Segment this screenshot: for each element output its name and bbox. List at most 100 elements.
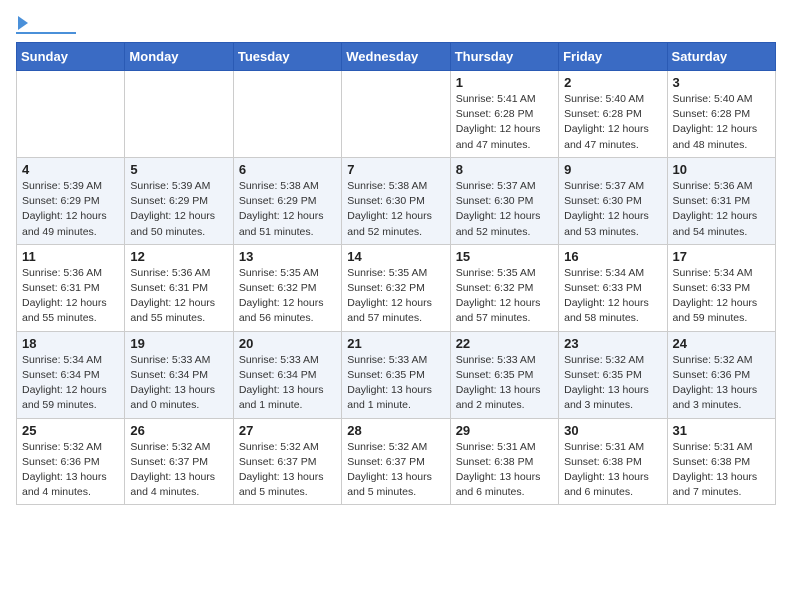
day-info: Sunrise: 5:40 AMSunset: 6:28 PMDaylight:…	[564, 92, 661, 153]
day-info: Sunrise: 5:36 AMSunset: 6:31 PMDaylight:…	[130, 266, 227, 327]
weekday-header-monday: Monday	[125, 43, 233, 71]
calendar-week-row: 1 Sunrise: 5:41 AMSunset: 6:28 PMDaylight…	[17, 71, 776, 158]
day-info: Sunrise: 5:32 AMSunset: 6:37 PMDaylight:…	[239, 440, 336, 501]
weekday-header-saturday: Saturday	[667, 43, 775, 71]
day-info: Sunrise: 5:38 AMSunset: 6:29 PMDaylight:…	[239, 179, 336, 240]
calendar-cell: 12 Sunrise: 5:36 AMSunset: 6:31 PMDayligh…	[125, 244, 233, 331]
calendar-cell	[342, 71, 450, 158]
day-number: 27	[239, 423, 336, 438]
day-info: Sunrise: 5:35 AMSunset: 6:32 PMDaylight:…	[239, 266, 336, 327]
calendar-cell: 26Sunrise: 5:32 AMSunset: 6:37 PMDayligh…	[125, 418, 233, 505]
calendar-cell: 20 Sunrise: 5:33 AMSunset: 6:34 PMDayligh…	[233, 331, 341, 418]
calendar-cell: 5 Sunrise: 5:39 AMSunset: 6:29 PMDaylight…	[125, 157, 233, 244]
calendar-cell: 13Sunrise: 5:35 AMSunset: 6:32 PMDayligh…	[233, 244, 341, 331]
day-number: 18	[22, 336, 119, 351]
calendar-cell: 6Sunrise: 5:38 AMSunset: 6:29 PMDaylight…	[233, 157, 341, 244]
day-number: 9	[564, 162, 661, 177]
day-info: Sunrise: 5:31 AMSunset: 6:38 PMDaylight:…	[456, 440, 553, 501]
calendar-cell: 3 Sunrise: 5:40 AMSunset: 6:28 PMDaylight…	[667, 71, 775, 158]
calendar-cell	[17, 71, 125, 158]
day-info: Sunrise: 5:33 AMSunset: 6:34 PMDaylight:…	[239, 353, 336, 414]
calendar-cell: 4 Sunrise: 5:39 AMSunset: 6:29 PMDaylight…	[17, 157, 125, 244]
day-info: Sunrise: 5:39 AMSunset: 6:29 PMDaylight:…	[22, 179, 119, 240]
day-number: 12	[130, 249, 227, 264]
calendar-cell: 14Sunrise: 5:35 AMSunset: 6:32 PMDayligh…	[342, 244, 450, 331]
day-number: 20	[239, 336, 336, 351]
weekday-header-wednesday: Wednesday	[342, 43, 450, 71]
day-number: 25	[22, 423, 119, 438]
calendar-cell: 11Sunrise: 5:36 AMSunset: 6:31 PMDayligh…	[17, 244, 125, 331]
weekday-header-friday: Friday	[559, 43, 667, 71]
logo-arrow-icon	[18, 16, 28, 30]
day-number: 14	[347, 249, 444, 264]
calendar-cell: 17Sunrise: 5:34 AMSunset: 6:33 PMDayligh…	[667, 244, 775, 331]
day-number: 3	[673, 75, 770, 90]
logo-underline	[16, 32, 76, 34]
day-info: Sunrise: 5:39 AMSunset: 6:29 PMDaylight:…	[130, 179, 227, 240]
logo	[16, 16, 76, 34]
calendar-week-row: 25Sunrise: 5:32 AMSunset: 6:36 PMDayligh…	[17, 418, 776, 505]
calendar-cell: 19 Sunrise: 5:33 AMSunset: 6:34 PMDayligh…	[125, 331, 233, 418]
day-info: Sunrise: 5:37 AMSunset: 6:30 PMDaylight:…	[456, 179, 553, 240]
day-number: 8	[456, 162, 553, 177]
day-info: Sunrise: 5:32 AMSunset: 6:35 PMDaylight:…	[564, 353, 661, 414]
day-number: 29	[456, 423, 553, 438]
day-info: Sunrise: 5:33 AMSunset: 6:35 PMDaylight:…	[456, 353, 553, 414]
calendar-cell: 10 Sunrise: 5:36 AMSunset: 6:31 PMDayligh…	[667, 157, 775, 244]
day-number: 23	[564, 336, 661, 351]
weekday-header-sunday: Sunday	[17, 43, 125, 71]
calendar-cell: 1 Sunrise: 5:41 AMSunset: 6:28 PMDaylight…	[450, 71, 558, 158]
calendar-cell: 24Sunrise: 5:32 AMSunset: 6:36 PMDayligh…	[667, 331, 775, 418]
day-info: Sunrise: 5:40 AMSunset: 6:28 PMDaylight:…	[673, 92, 770, 153]
calendar-cell: 28 Sunrise: 5:32 AMSunset: 6:37 PMDayligh…	[342, 418, 450, 505]
day-number: 2	[564, 75, 661, 90]
calendar-cell: 7Sunrise: 5:38 AMSunset: 6:30 PMDaylight…	[342, 157, 450, 244]
calendar-week-row: 4 Sunrise: 5:39 AMSunset: 6:29 PMDaylight…	[17, 157, 776, 244]
day-number: 15	[456, 249, 553, 264]
day-number: 19	[130, 336, 227, 351]
day-info: Sunrise: 5:31 AMSunset: 6:38 PMDaylight:…	[564, 440, 661, 501]
day-number: 4	[22, 162, 119, 177]
day-number: 16	[564, 249, 661, 264]
day-number: 1	[456, 75, 553, 90]
calendar-cell	[125, 71, 233, 158]
day-info: Sunrise: 5:37 AMSunset: 6:30 PMDaylight:…	[564, 179, 661, 240]
calendar-cell: 31 Sunrise: 5:31 AMSunset: 6:38 PMDayligh…	[667, 418, 775, 505]
page-header	[16, 16, 776, 34]
day-info: Sunrise: 5:32 AMSunset: 6:37 PMDaylight:…	[347, 440, 444, 501]
weekday-header-row: SundayMondayTuesdayWednesdayThursdayFrid…	[17, 43, 776, 71]
calendar-table: SundayMondayTuesdayWednesdayThursdayFrid…	[16, 42, 776, 505]
calendar-cell: 2 Sunrise: 5:40 AMSunset: 6:28 PMDaylight…	[559, 71, 667, 158]
day-info: Sunrise: 5:33 AMSunset: 6:34 PMDaylight:…	[130, 353, 227, 414]
day-info: Sunrise: 5:34 AMSunset: 6:33 PMDaylight:…	[564, 266, 661, 327]
calendar-cell: 23 Sunrise: 5:32 AMSunset: 6:35 PMDayligh…	[559, 331, 667, 418]
logo-text	[16, 16, 28, 30]
weekday-header-thursday: Thursday	[450, 43, 558, 71]
day-number: 5	[130, 162, 227, 177]
calendar-cell: 16 Sunrise: 5:34 AMSunset: 6:33 PMDayligh…	[559, 244, 667, 331]
day-info: Sunrise: 5:32 AMSunset: 6:36 PMDaylight:…	[673, 353, 770, 414]
calendar-cell: 9 Sunrise: 5:37 AMSunset: 6:30 PMDaylight…	[559, 157, 667, 244]
day-number: 26	[130, 423, 227, 438]
day-info: Sunrise: 5:33 AMSunset: 6:35 PMDaylight:…	[347, 353, 444, 414]
day-number: 21	[347, 336, 444, 351]
calendar-cell: 18 Sunrise: 5:34 AMSunset: 6:34 PMDayligh…	[17, 331, 125, 418]
day-number: 11	[22, 249, 119, 264]
day-number: 28	[347, 423, 444, 438]
calendar-cell: 27 Sunrise: 5:32 AMSunset: 6:37 PMDayligh…	[233, 418, 341, 505]
calendar-cell: 25Sunrise: 5:32 AMSunset: 6:36 PMDayligh…	[17, 418, 125, 505]
day-info: Sunrise: 5:31 AMSunset: 6:38 PMDaylight:…	[673, 440, 770, 501]
day-number: 10	[673, 162, 770, 177]
day-info: Sunrise: 5:36 AMSunset: 6:31 PMDaylight:…	[673, 179, 770, 240]
calendar-cell: 29 Sunrise: 5:31 AMSunset: 6:38 PMDayligh…	[450, 418, 558, 505]
day-info: Sunrise: 5:38 AMSunset: 6:30 PMDaylight:…	[347, 179, 444, 240]
calendar-cell: 21 Sunrise: 5:33 AMSunset: 6:35 PMDayligh…	[342, 331, 450, 418]
day-number: 31	[673, 423, 770, 438]
day-info: Sunrise: 5:34 AMSunset: 6:34 PMDaylight:…	[22, 353, 119, 414]
day-number: 17	[673, 249, 770, 264]
weekday-header-tuesday: Tuesday	[233, 43, 341, 71]
calendar-week-row: 11 Sunrise: 5:36 AMSunset: 6:31 PMDayligh…	[17, 244, 776, 331]
calendar-cell: 22Sunrise: 5:33 AMSunset: 6:35 PMDayligh…	[450, 331, 558, 418]
calendar-cell: 8 Sunrise: 5:37 AMSunset: 6:30 PMDaylight…	[450, 157, 558, 244]
day-info: Sunrise: 5:41 AMSunset: 6:28 PMDaylight:…	[456, 92, 553, 153]
